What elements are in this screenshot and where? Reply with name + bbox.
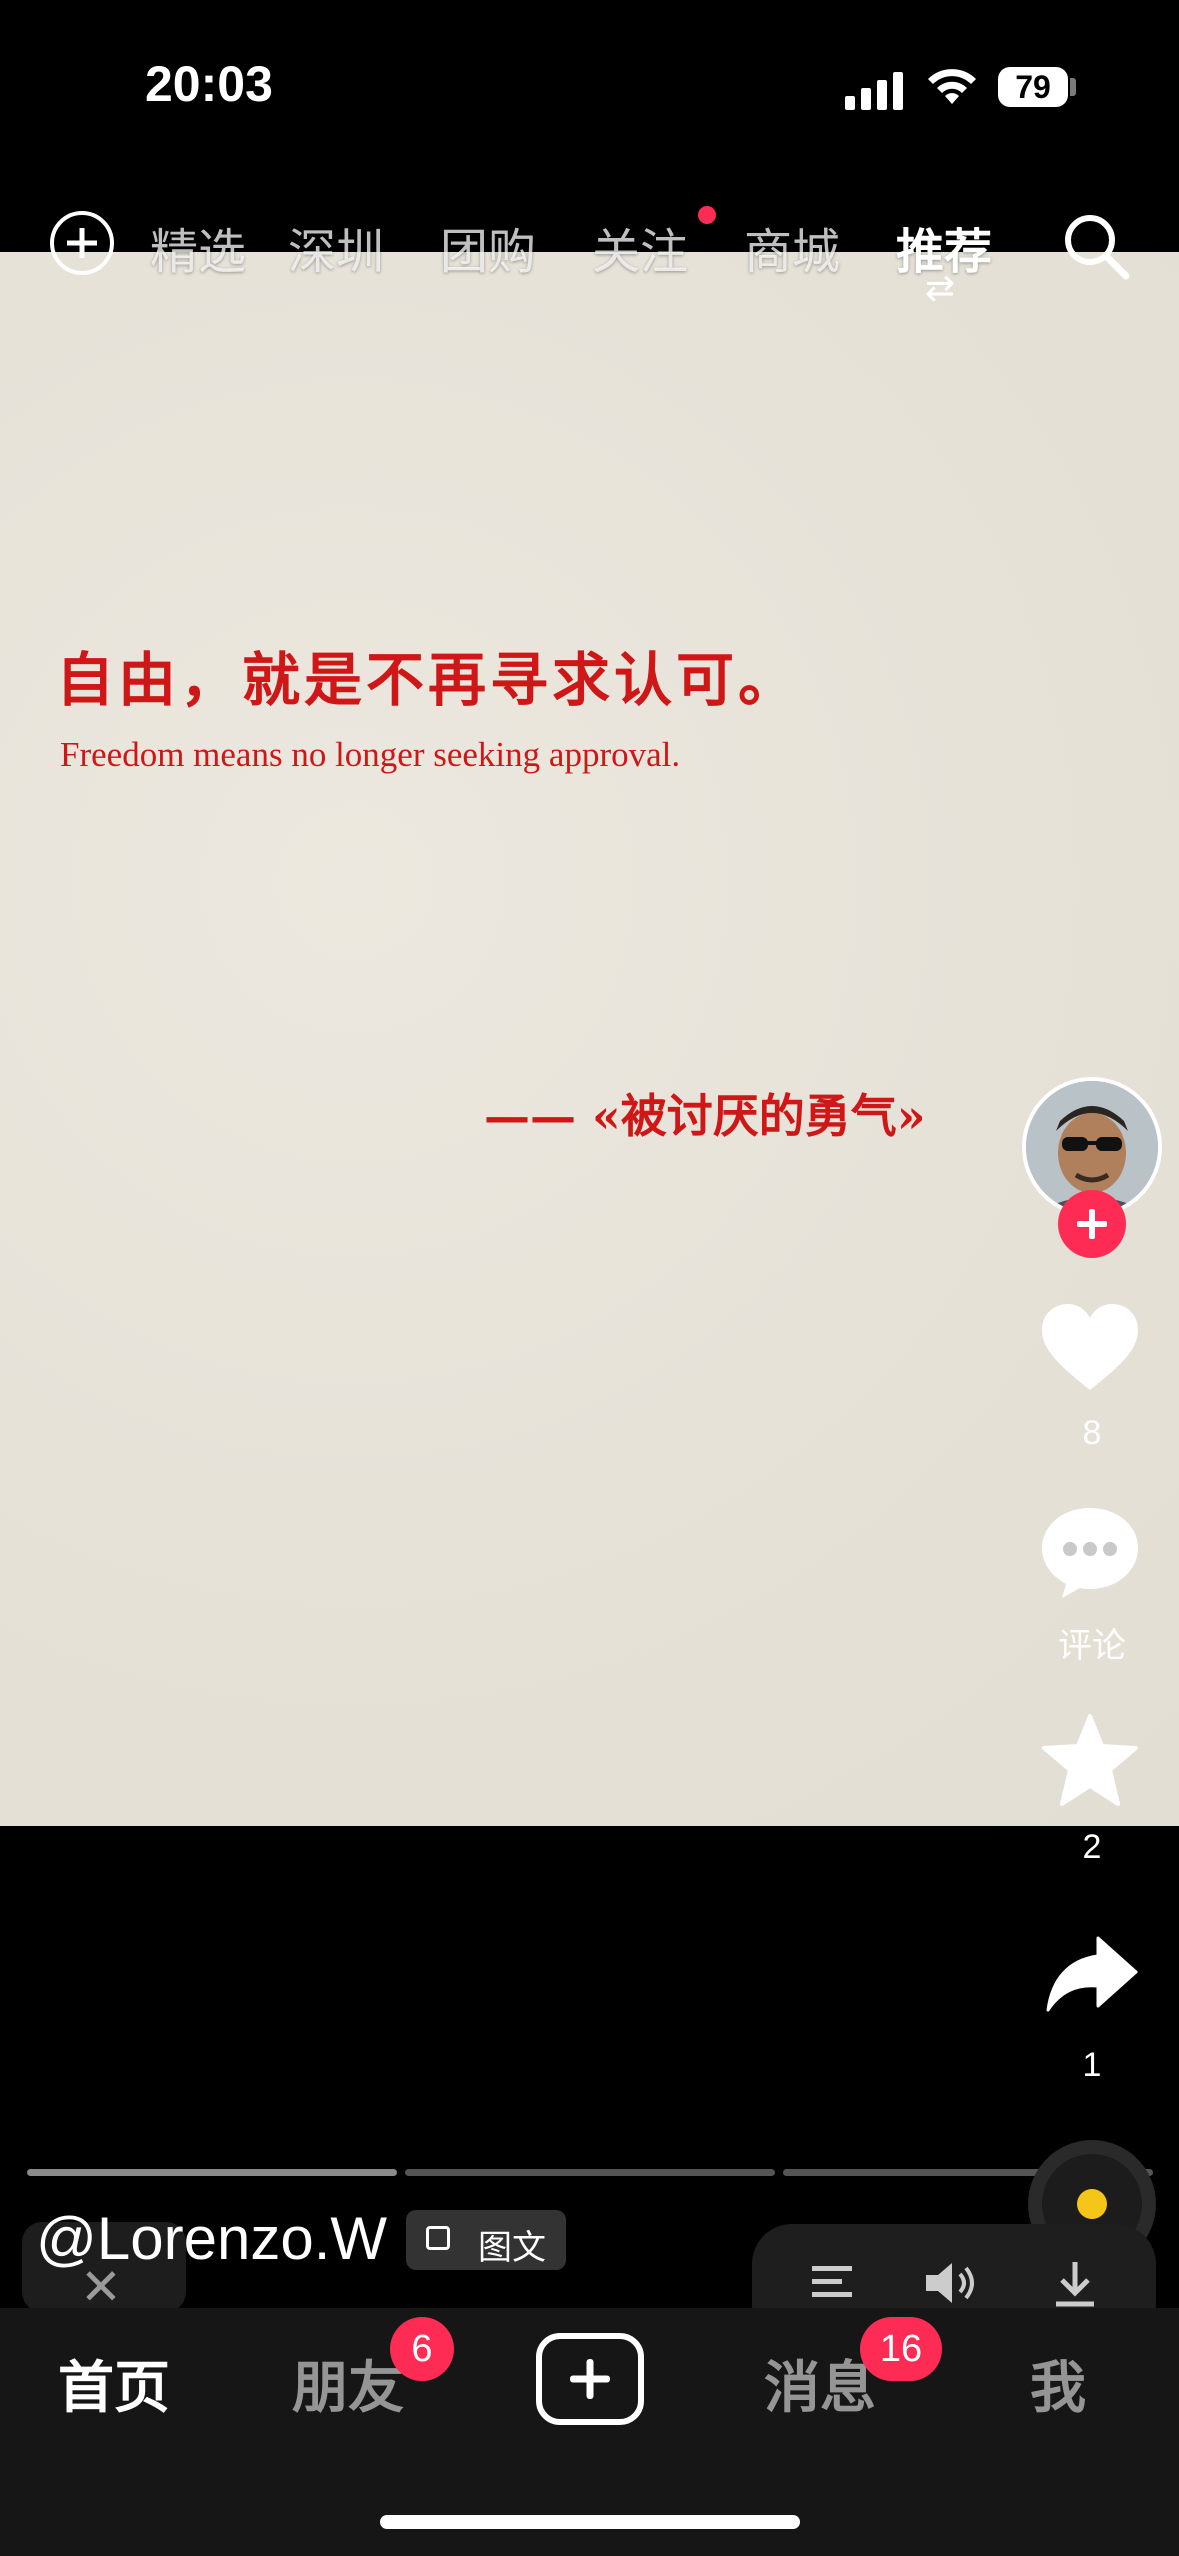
menu-icon[interactable] [808,2262,858,2302]
image-text-icon [426,2226,450,2250]
favorite-icon[interactable] [1040,1712,1140,1808]
progress-segment-2 [405,2169,775,2176]
quote-english: Freedom means no longer seeking approval… [60,735,681,774]
tab-following[interactable]: 关注 [592,212,688,282]
share-count: 1 [1082,2046,1102,2084]
tab-mall[interactable]: 商城 [744,212,840,282]
following-notification-dot [698,206,716,224]
friends-badge: 6 [390,2317,454,2381]
download-icon[interactable] [1050,2258,1100,2308]
tab-group-buy[interactable]: 团购 [440,212,536,282]
create-post-button[interactable] [536,2333,644,2425]
post-image[interactable] [0,252,1179,1826]
follow-button[interactable] [1058,1190,1126,1258]
nav-messages[interactable]: 消息 [764,2343,876,2424]
content-type-label: 图文 [478,2228,546,2268]
tab-shenzhen[interactable]: 深圳 [288,212,384,282]
progress-segment-1 [27,2169,397,2176]
swap-icon[interactable]: ⇄ [925,271,955,307]
home-indicator [380,2515,800,2529]
comment-icon[interactable] [1040,1504,1140,1600]
nav-me[interactable]: 我 [1030,2343,1086,2424]
cellular-signal-icon [845,68,903,110]
favorite-count: 2 [1082,1828,1102,1866]
like-icon[interactable] [1040,1302,1140,1394]
comment-label: 评论 [1058,1627,1126,1665]
quote-chinese: 自由，就是不再寻求认可。 [56,646,801,714]
nav-friends[interactable]: 朋友 [292,2343,404,2424]
tab-featured[interactable]: 精选 [150,212,246,282]
author-name[interactable]: @Lorenzo.W [36,2204,387,2273]
like-count: 8 [1082,1414,1102,1452]
nav-home[interactable]: 首页 [58,2343,170,2424]
battery-cap [1070,78,1076,96]
quote-source: —— «被讨厌的勇气» [484,1089,926,1143]
content-type-badge: 图文 [406,2210,566,2270]
search-icon[interactable] [1062,212,1132,282]
battery-indicator: 79 [998,67,1068,107]
status-time: 20:03 [145,56,273,112]
messages-badge: 16 [860,2317,942,2381]
volume-icon[interactable] [922,2260,982,2306]
add-channel-icon[interactable] [50,211,114,275]
share-icon[interactable] [1046,1934,1138,2014]
wifi-icon [928,69,976,104]
